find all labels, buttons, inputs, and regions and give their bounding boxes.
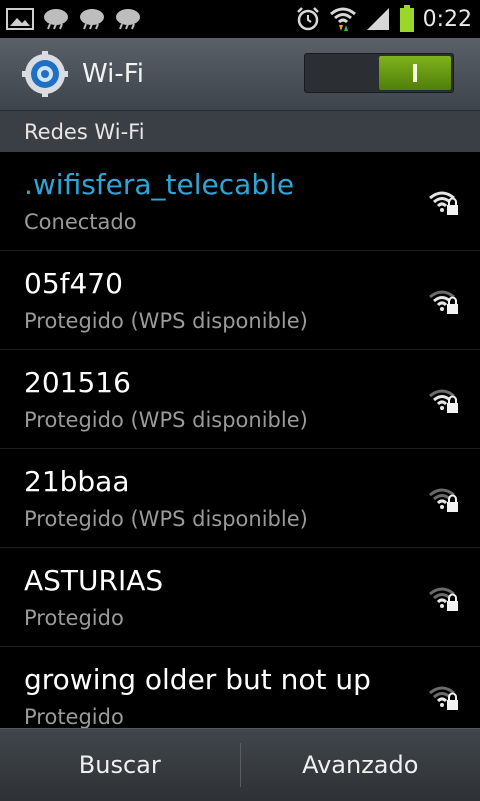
- network-name: 21bbaa: [24, 465, 130, 498]
- wifi-locked-icon: [428, 485, 460, 515]
- network-name: 05f470: [24, 267, 123, 300]
- network-status: Protegido (WPS disponible): [24, 507, 308, 531]
- network-row[interactable]: 201516 Protegido (WPS disponible): [0, 350, 480, 449]
- network-status: Protegido (WPS disponible): [24, 309, 308, 333]
- wifi-locked-icon: [428, 683, 460, 713]
- bottom-bar: Buscar Avanzado: [0, 728, 480, 801]
- status-bar: 0:22: [0, 0, 480, 38]
- network-name: .wifisfera_telecable: [24, 168, 294, 201]
- wifi-toggle[interactable]: [304, 53, 454, 93]
- image-notification-icon: [6, 8, 34, 30]
- section-label: Redes Wi-Fi: [24, 120, 145, 144]
- battery-icon: [399, 5, 415, 33]
- network-name: 201516: [24, 366, 131, 399]
- wifi-locked-icon: [428, 584, 460, 614]
- network-status: Protegido (WPS disponible): [24, 408, 308, 432]
- scan-button[interactable]: Buscar: [0, 729, 240, 801]
- alarm-clock-icon: [295, 6, 321, 32]
- wifi-data-icon: [329, 5, 357, 33]
- toggle-knob: [379, 56, 451, 90]
- wifi-settings-icon[interactable]: [22, 51, 68, 97]
- network-name: ASTURIAS: [24, 564, 163, 597]
- network-row[interactable]: 05f470 Protegido (WPS disponible): [0, 251, 480, 350]
- weather-icon: [78, 7, 106, 31]
- network-status: Protegido: [24, 606, 124, 630]
- wifi-locked-icon: [428, 386, 460, 416]
- weather-icon: [114, 7, 142, 31]
- weather-icon: [42, 7, 70, 31]
- network-row[interactable]: growing older but not up Protegido: [0, 647, 480, 728]
- network-status: Conectado: [24, 210, 137, 234]
- clock-time: 0:22: [423, 7, 472, 32]
- network-name: growing older but not up: [24, 663, 371, 696]
- network-row[interactable]: .wifisfera_telecable Conectado: [0, 152, 480, 251]
- section-header: Redes Wi-Fi: [0, 111, 480, 152]
- network-row[interactable]: 21bbaa Protegido (WPS disponible): [0, 449, 480, 548]
- network-row[interactable]: ASTURIAS Protegido: [0, 548, 480, 647]
- wifi-locked-icon: [428, 188, 460, 218]
- wifi-locked-icon: [428, 287, 460, 317]
- action-bar: Wi-Fi: [0, 38, 480, 111]
- network-list: .wifisfera_telecable Conectado 05f470 Pr…: [0, 152, 480, 728]
- page-title: Wi-Fi: [82, 59, 144, 89]
- signal-icon: [365, 6, 391, 32]
- advanced-button[interactable]: Avanzado: [241, 729, 480, 801]
- network-status: Protegido: [24, 705, 124, 728]
